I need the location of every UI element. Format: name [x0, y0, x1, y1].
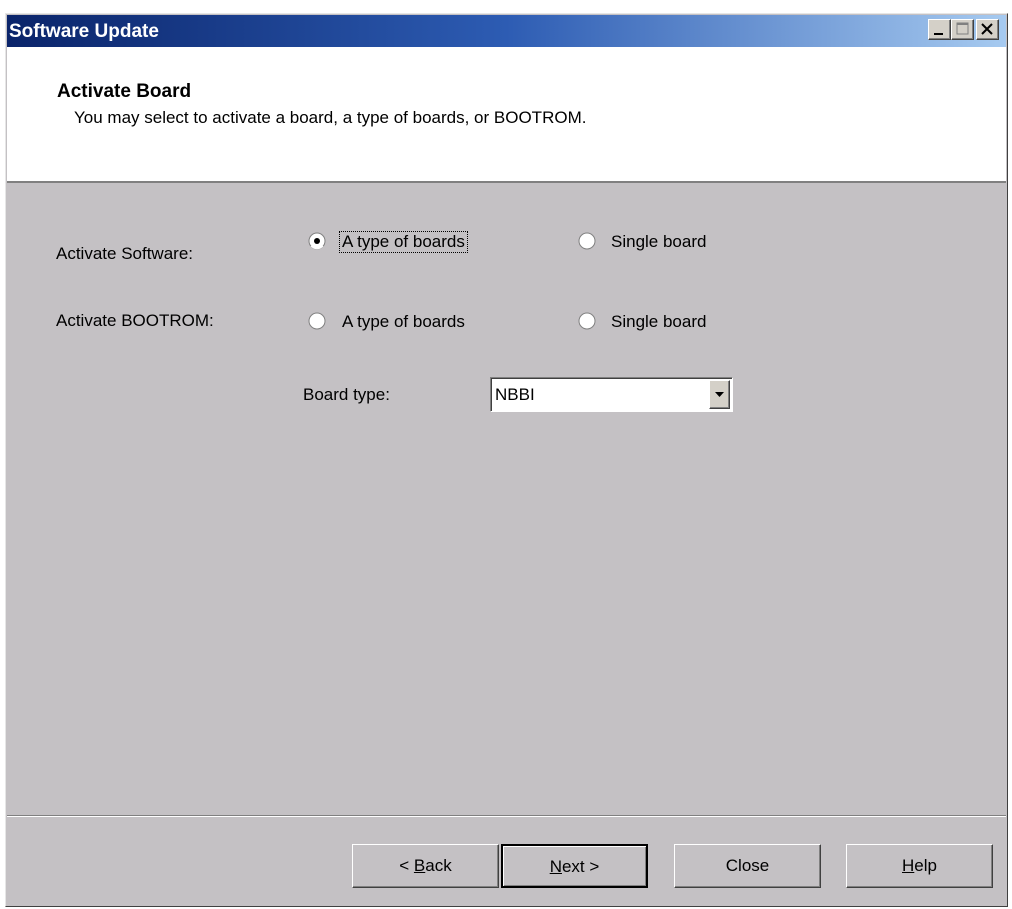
close-window-button[interactable]	[976, 19, 999, 40]
title-bar[interactable]: Software Update	[7, 15, 1006, 47]
radio-bootrom-single-board-label[interactable]: Single board	[609, 312, 708, 332]
page-subtitle: You may select to activate a board, a ty…	[74, 108, 587, 127]
footer-divider	[7, 815, 1006, 817]
minimize-button[interactable]	[928, 19, 951, 40]
board-type-select[interactable]: NBBI	[490, 377, 733, 412]
minimize-icon	[934, 33, 943, 35]
window-title: Software Update	[9, 21, 159, 42]
radio-bootrom-type-of-boards[interactable]	[308, 312, 326, 330]
close-button[interactable]: Close	[674, 844, 821, 888]
radio-bootrom-type-of-boards-label[interactable]: A type of boards	[340, 312, 467, 332]
maximize-icon	[956, 22, 969, 35]
radio-bootrom-single-board[interactable]	[578, 312, 596, 330]
radio-software-single-board[interactable]	[578, 232, 596, 250]
help-button[interactable]: Help	[846, 844, 993, 888]
software-update-window: Software Update Activate Board You may s…	[5, 13, 1008, 907]
activate-bootrom-label: Activate BOOTROM:	[56, 311, 214, 330]
page-title: Activate Board	[57, 81, 192, 102]
header-panel: Activate Board You may select to activat…	[7, 47, 1006, 183]
board-type-dropdown-button[interactable]	[709, 380, 730, 409]
chevron-down-icon	[715, 392, 724, 397]
maximize-button[interactable]	[951, 19, 974, 40]
board-type-value: NBBI	[495, 385, 535, 404]
back-button[interactable]: < Back	[352, 844, 499, 888]
close-icon	[981, 23, 993, 35]
activate-software-label: Activate Software:	[56, 244, 194, 263]
radio-software-type-of-boards[interactable]	[308, 232, 326, 250]
radio-software-single-board-label[interactable]: Single board	[609, 232, 708, 252]
radio-software-type-of-boards-label[interactable]: A type of boards	[339, 231, 468, 253]
next-button[interactable]: Next >	[501, 844, 648, 888]
board-type-label: Board type:	[303, 385, 390, 404]
